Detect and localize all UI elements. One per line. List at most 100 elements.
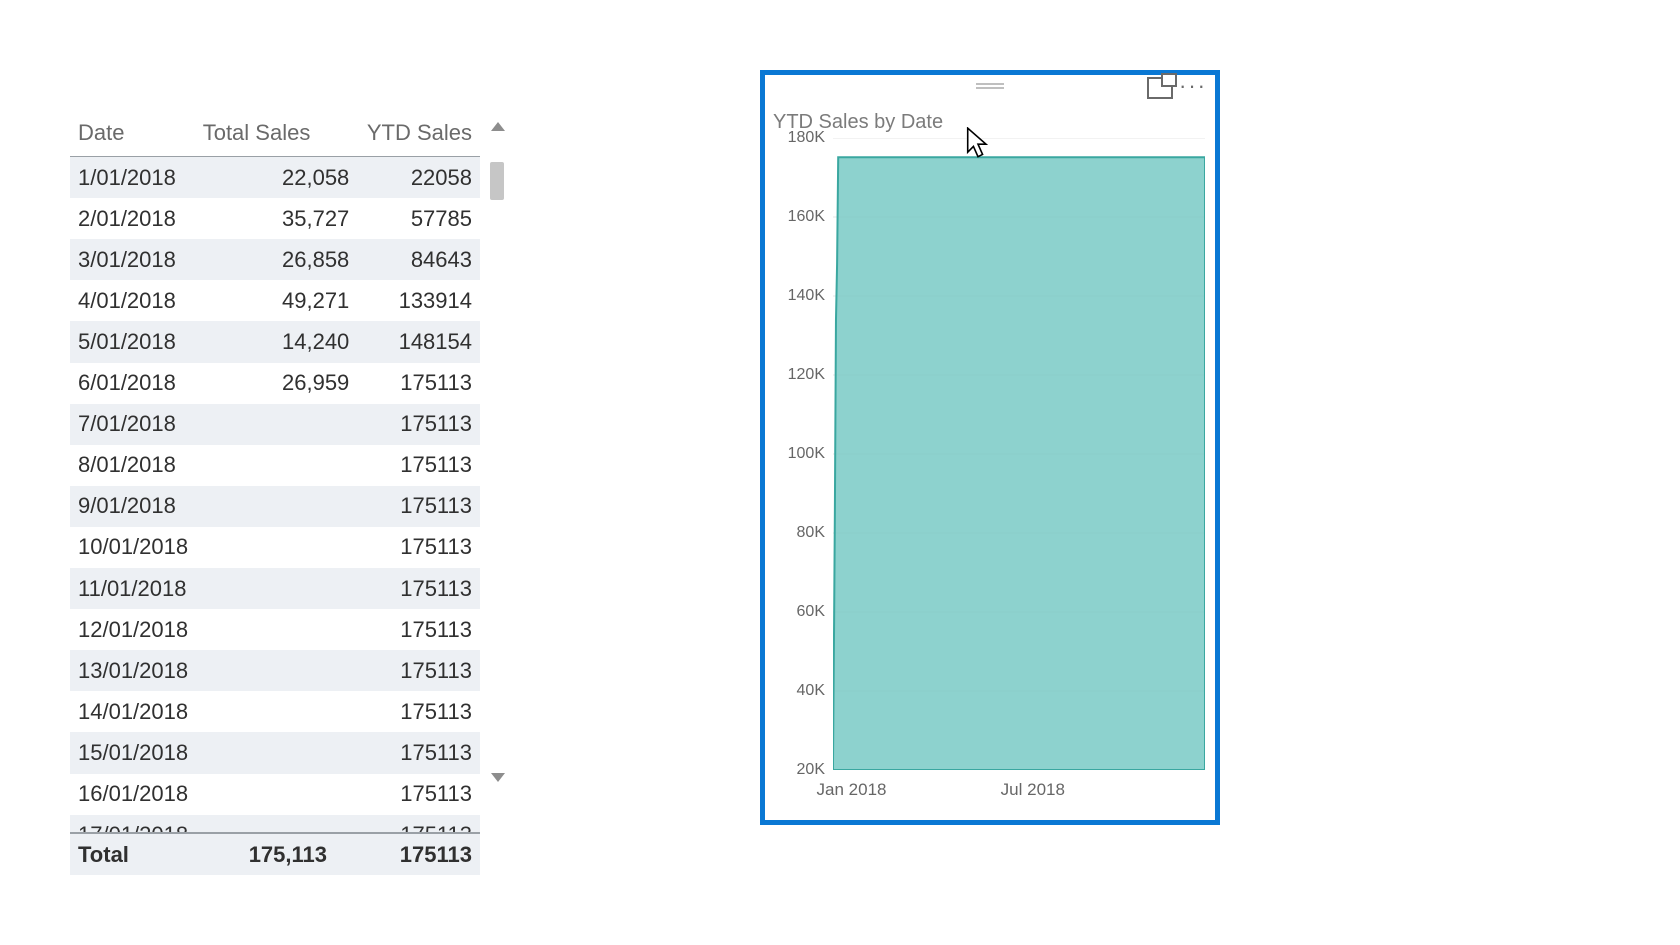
y-tick: 80K <box>771 524 825 542</box>
cell-date: 10/01/2018 <box>70 527 243 568</box>
cell-date: 8/01/2018 <box>70 445 243 486</box>
table-row[interactable]: 16/01/2018 175113 <box>70 774 480 815</box>
table-row[interactable]: 3/01/201826,85884643 <box>70 239 480 280</box>
cell-date: 16/01/2018 <box>70 774 243 815</box>
total-ytd: 175113 <box>335 833 480 875</box>
scroll-thumb[interactable] <box>490 162 504 200</box>
cell-total: 22,058 <box>243 157 357 198</box>
cell-ytd: 175113 <box>357 774 480 815</box>
cell-ytd: 175113 <box>357 815 480 833</box>
y-tick: 120K <box>771 366 825 384</box>
table-row[interactable]: 14/01/2018 175113 <box>70 691 480 732</box>
y-tick: 140K <box>771 287 825 305</box>
y-tick: 160K <box>771 208 825 226</box>
cell-total <box>243 568 357 609</box>
table-row[interactable]: 12/01/2018 175113 <box>70 609 480 650</box>
sales-table: Date Total Sales YTD Sales <box>70 110 480 157</box>
table-scrollbar[interactable] <box>488 122 508 782</box>
cell-date: 14/01/2018 <box>70 691 243 732</box>
cell-ytd: 57785 <box>357 198 480 239</box>
scroll-up-icon[interactable] <box>491 122 505 131</box>
cell-date: 17/01/2018 <box>70 815 243 833</box>
cell-date: 2/01/2018 <box>70 198 243 239</box>
cell-ytd: 175113 <box>357 609 480 650</box>
table-row[interactable]: 10/01/2018 175113 <box>70 527 480 568</box>
total-value: 175,113 <box>180 833 335 875</box>
table-row[interactable]: 15/01/2018 175113 <box>70 732 480 773</box>
scroll-down-icon[interactable] <box>491 773 505 782</box>
cell-date: 1/01/2018 <box>70 157 243 198</box>
cell-total <box>243 527 357 568</box>
cell-total: 35,727 <box>243 198 357 239</box>
cell-total: 49,271 <box>243 280 357 321</box>
table-header-row: Date Total Sales YTD Sales <box>70 110 480 157</box>
cell-ytd: 148154 <box>357 321 480 362</box>
table-row[interactable]: 7/01/2018 175113 <box>70 404 480 445</box>
table-body: 1/01/201822,058220582/01/201835,72757785… <box>70 157 480 832</box>
y-tick: 60K <box>771 603 825 621</box>
cell-date: 13/01/2018 <box>70 650 243 691</box>
x-tick: Jul 2018 <box>1001 780 1065 800</box>
y-tick: 20K <box>771 761 825 779</box>
table-row[interactable]: 5/01/201814,240148154 <box>70 321 480 362</box>
y-tick: 100K <box>771 445 825 463</box>
cell-date: 15/01/2018 <box>70 732 243 773</box>
col-date[interactable]: Date <box>70 110 153 157</box>
col-ytd[interactable]: YTD Sales <box>318 110 480 157</box>
cell-date: 6/01/2018 <box>70 363 243 404</box>
total-label: Total <box>70 833 180 875</box>
table-row[interactable]: 6/01/201826,959175113 <box>70 363 480 404</box>
table-row[interactable]: 8/01/2018175113 <box>70 445 480 486</box>
y-tick: 40K <box>771 682 825 700</box>
table-row[interactable]: 13/01/2018 175113 <box>70 650 480 691</box>
cell-ytd: 175113 <box>357 404 480 445</box>
cell-total: 26,959 <box>243 363 357 404</box>
chart-title: YTD Sales by Date <box>765 111 1215 138</box>
cell-date: 4/01/2018 <box>70 280 243 321</box>
x-tick: Jan 2018 <box>817 780 887 800</box>
cell-date: 12/01/2018 <box>70 609 243 650</box>
drag-handle-icon[interactable] <box>976 81 1004 91</box>
cell-ytd: 175113 <box>357 732 480 773</box>
report-canvas: Date Total Sales YTD Sales 1/01/201822,0… <box>0 0 1680 945</box>
y-tick: 180K <box>771 129 825 147</box>
table-row[interactable]: 2/01/201835,72757785 <box>70 198 480 239</box>
cell-date: 9/01/2018 <box>70 486 243 527</box>
cell-ytd: 175113 <box>357 527 480 568</box>
cell-ytd: 175113 <box>357 650 480 691</box>
table-row[interactable]: 4/01/201849,271133914 <box>70 280 480 321</box>
table-row[interactable]: 11/01/2018 175113 <box>70 568 480 609</box>
cell-date: 7/01/2018 <box>70 404 243 445</box>
cell-ytd: 175113 <box>357 363 480 404</box>
col-total[interactable]: Total Sales <box>153 110 318 157</box>
cell-total <box>243 404 357 445</box>
cell-total <box>243 445 357 486</box>
more-options-icon[interactable]: ··· <box>1179 81 1207 91</box>
cell-ytd: 175113 <box>357 486 480 527</box>
cell-total <box>243 774 357 815</box>
table-total-row: Total 175,113 175113 <box>70 833 480 875</box>
cell-ytd: 175113 <box>357 568 480 609</box>
chart-visual[interactable]: ··· YTD Sales by Date 180K 160K 140K 120K 10… <box>760 70 1220 825</box>
cell-date: 3/01/2018 <box>70 239 243 280</box>
cell-total <box>243 609 357 650</box>
table-row[interactable]: 17/01/2018 175113 <box>70 815 480 833</box>
table-row[interactable]: 1/01/201822,05822058 <box>70 157 480 198</box>
cell-total <box>243 732 357 773</box>
table-row[interactable]: 9/01/2018 175113 <box>70 486 480 527</box>
cell-ytd: 133914 <box>357 280 480 321</box>
cell-total <box>243 691 357 732</box>
cell-ytd: 175113 <box>357 691 480 732</box>
chart-header: ··· <box>765 75 1215 111</box>
cell-ytd: 84643 <box>357 239 480 280</box>
focus-mode-icon[interactable] <box>1147 77 1173 99</box>
cell-total: 14,240 <box>243 321 357 362</box>
cell-total <box>243 486 357 527</box>
cell-total <box>243 815 357 833</box>
cell-date: 5/01/2018 <box>70 321 243 362</box>
cell-ytd: 22058 <box>357 157 480 198</box>
cell-date: 11/01/2018 <box>70 568 243 609</box>
chart-plot-area[interactable] <box>833 138 1205 770</box>
cell-total <box>243 650 357 691</box>
chart-body: 180K160K140K120K100K80K60K40K20K Jan 201… <box>771 138 1209 806</box>
